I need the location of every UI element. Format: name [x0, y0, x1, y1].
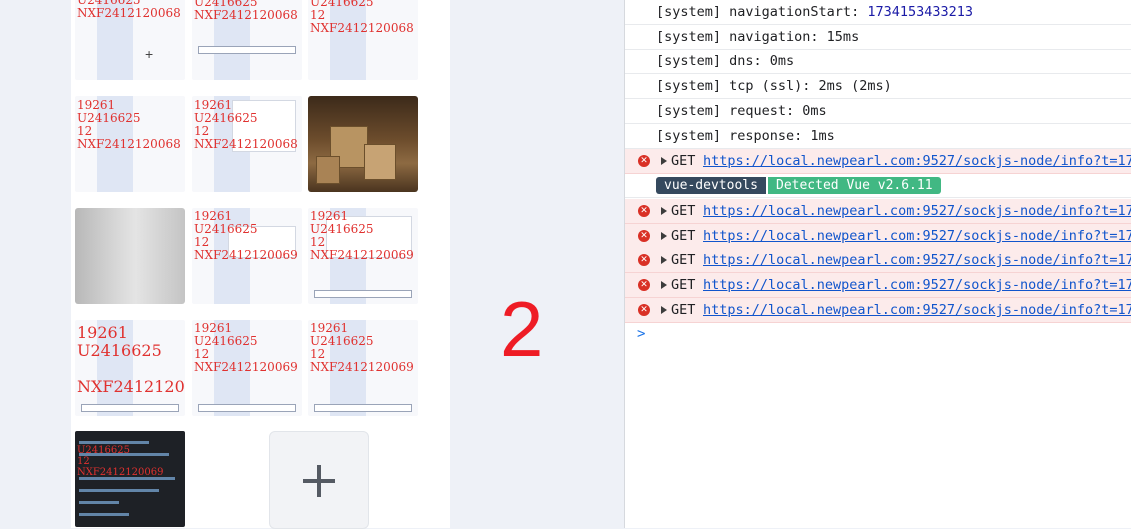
watermark-text: U2416625 NXF2412120068: [194, 0, 298, 22]
console-error-row[interactable]: ✕ GET https://local.newpearl.com:9527/so…: [625, 199, 1131, 224]
error-icon: ✕: [638, 254, 650, 266]
add-image-button[interactable]: [269, 431, 369, 529]
error-url-link[interactable]: https://local.newpearl.com:9527/sockjs-n…: [703, 248, 1131, 272]
expand-triangle-icon[interactable]: [661, 256, 667, 264]
watermark-text: 19261 U2416625 12 NXF2412120069: [310, 209, 414, 262]
expand-triangle-icon[interactable]: [661, 281, 667, 289]
image-thumbnail[interactable]: U2416625 NXF2412120068: [192, 0, 302, 80]
console-error-row[interactable]: ✕ GET https://local.newpearl.com:9527/so…: [625, 273, 1131, 298]
error-url-link[interactable]: https://local.newpearl.com:9527/sockjs-n…: [703, 149, 1131, 173]
image-thumbnail[interactable]: U2416625 12 NXF2412120068: [308, 0, 418, 80]
error-icon: ✕: [638, 205, 650, 217]
watermark-text: 19261 U2416625 12 NXF2412120068: [77, 98, 181, 151]
console-prompt-chevron-icon[interactable]: >: [637, 326, 645, 342]
expand-triangle-icon[interactable]: [661, 306, 667, 314]
image-thumbnail[interactable]: U2416625 NXF2412120068: [75, 0, 185, 80]
watermark-text: 19261 U2416625 12 NXF2412120069: [194, 209, 298, 262]
add-small-icon[interactable]: +: [145, 46, 153, 62]
watermark-text: U2416625 12 NXF2412120068: [310, 0, 414, 35]
watermark-text: 19261 U2416625 12 NXF2412120068: [194, 98, 298, 151]
watermark-text: U2416625 12 NXF2412120069: [77, 445, 164, 478]
image-thumbnail[interactable]: 19261 U2416625 NXF2412120069: [75, 320, 185, 416]
watermark-text: 19261 U2416625 NXF2412120069: [77, 323, 185, 396]
console-error-row[interactable]: ✕ GET https://local.newpearl.com:9527/so…: [625, 224, 1131, 249]
error-icon: ✕: [638, 279, 650, 291]
image-gallery-panel: U2416625 NXF2412120068 + U2416625 NXF241…: [71, 0, 450, 529]
expand-triangle-icon[interactable]: [661, 232, 667, 240]
error-url-link[interactable]: https://local.newpearl.com:9527/sockjs-n…: [703, 199, 1131, 223]
image-thumbnail-code[interactable]: U2416625 12 NXF2412120069: [75, 431, 185, 527]
vue-devtools-badge: vue-devtools Detected Vue v2.6.11: [625, 175, 1131, 198]
image-thumbnail-photo[interactable]: [308, 96, 418, 192]
expand-triangle-icon[interactable]: [661, 207, 667, 215]
error-url-link[interactable]: https://local.newpearl.com:9527/sockjs-n…: [703, 224, 1131, 248]
image-thumbnail[interactable]: 19261 U2416625 12 NXF2412120068: [75, 96, 185, 192]
console-log-row: [system] tcp (ssl): 2ms (2ms): [625, 74, 1131, 99]
error-icon: ✕: [638, 155, 650, 167]
image-thumbnail[interactable]: 19261 U2416625 12 NXF2412120069: [308, 320, 418, 416]
expand-triangle-icon[interactable]: [661, 157, 667, 165]
image-thumbnail[interactable]: 19261 U2416625 12 NXF2412120069: [308, 208, 418, 304]
error-icon: ✕: [638, 230, 650, 242]
console-error-row[interactable]: ✕ GET https://local.newpearl.com:9527/so…: [625, 248, 1131, 273]
image-thumbnail[interactable]: 19261 U2416625 12 NXF2412120069: [192, 208, 302, 304]
console-error-row[interactable]: ✕ GET https://local.newpearl.com:9527/so…: [625, 298, 1131, 323]
image-thumbnail[interactable]: 19261 U2416625 12 NXF2412120068: [192, 96, 302, 192]
watermark-text: U2416625 NXF2412120068: [77, 0, 181, 20]
error-url-link[interactable]: https://local.newpearl.com:9527/sockjs-n…: [703, 298, 1131, 322]
console-log-row: [system] response: 1ms: [625, 124, 1131, 149]
image-thumbnail-blurred[interactable]: [75, 208, 185, 304]
watermark-text: 19261 U2416625 12 NXF2412120069: [194, 321, 298, 374]
watermark-text: 19261 U2416625 12 NXF2412120069: [310, 321, 414, 374]
console-log-row: [system] dns: 0ms: [625, 49, 1131, 74]
image-thumbnail[interactable]: 19261 U2416625 12 NXF2412120069: [192, 320, 302, 416]
error-icon: ✕: [638, 304, 650, 316]
devtools-console: [system] navigationStart: 1734153433213 …: [624, 0, 1131, 528]
console-log-row: [system] request: 0ms: [625, 99, 1131, 124]
console-log-row: [system] navigation: 15ms: [625, 25, 1131, 50]
error-url-link[interactable]: https://local.newpearl.com:9527/sockjs-n…: [703, 273, 1131, 297]
step-number-annotation: 2: [500, 285, 544, 373]
console-log-row: [system] navigationStart: 1734153433213: [625, 0, 1131, 25]
console-error-row[interactable]: ✕ GET https://local.newpearl.com:9527/so…: [625, 149, 1131, 174]
plus-icon: [303, 465, 335, 497]
